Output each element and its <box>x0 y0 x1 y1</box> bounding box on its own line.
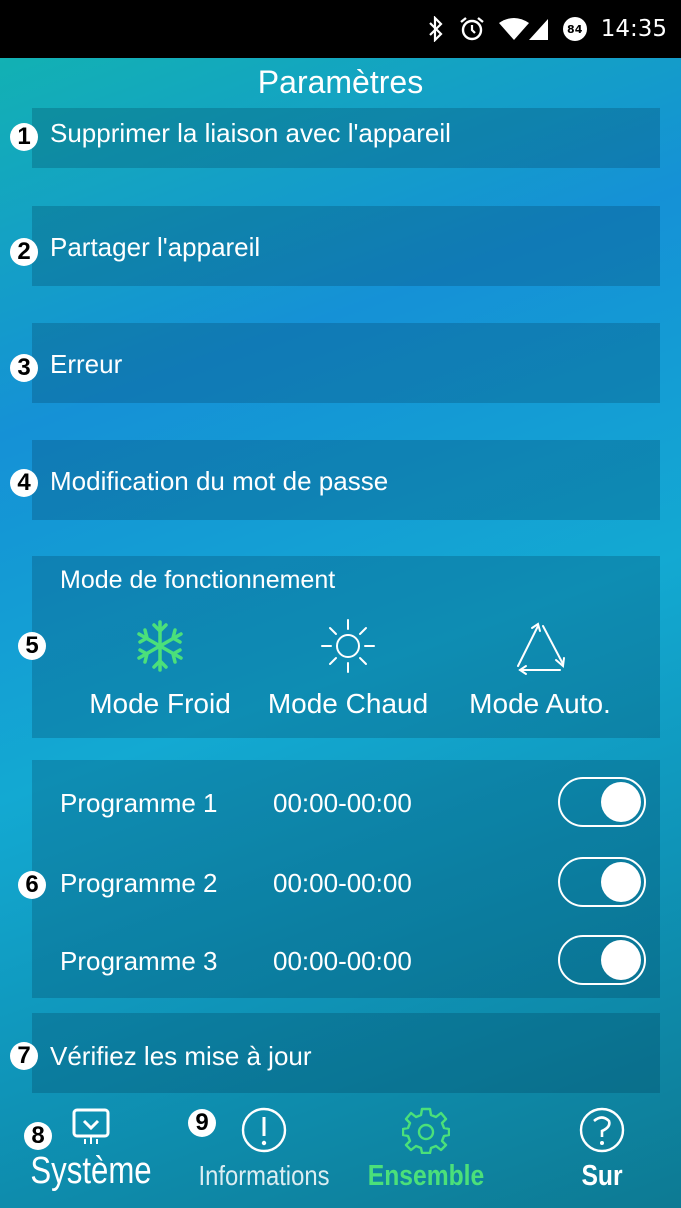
nav-about[interactable]: Sur <box>552 1106 652 1193</box>
mode-heat-button[interactable]: Mode Chaud <box>258 616 438 720</box>
operating-mode-panel: Mode de fonctionnement Mode Froid Mode C… <box>32 556 660 738</box>
program-row: Programme 3 00:00-00:00 <box>60 946 412 977</box>
alarm-icon <box>459 16 485 42</box>
check-updates-label: Vérifiez les mise à jour <box>50 1041 312 1071</box>
program-1-toggle[interactable] <box>558 777 646 827</box>
program-name: Programme 2 <box>60 868 218 898</box>
mode-auto-label: Mode Auto. <box>469 688 611 719</box>
program-time[interactable]: 00:00-00:00 <box>273 946 412 977</box>
program-time[interactable]: 00:00-00:00 <box>273 788 412 819</box>
battery-level: 84 <box>567 22 583 36</box>
program-name: Programme 1 <box>60 788 218 818</box>
question-circle-icon <box>552 1106 652 1154</box>
nav-about-label: Sur <box>581 1160 623 1192</box>
program-3-toggle[interactable] <box>558 935 646 985</box>
password-item[interactable]: Modification du mot de passe <box>32 440 660 520</box>
marker-6: 6 <box>18 871 46 899</box>
share-device-item[interactable]: Partager l'appareil <box>32 206 660 286</box>
password-label: Modification du mot de passe <box>50 466 389 496</box>
toggle-knob <box>601 862 641 902</box>
program-row: Programme 2 00:00-00:00 <box>60 868 412 899</box>
marker-1: 1 <box>10 123 38 151</box>
marker-2: 2 <box>10 238 38 266</box>
error-label: Erreur <box>50 349 123 379</box>
nav-settings-label: Ensemble <box>367 1160 485 1192</box>
snowflake-icon <box>70 616 250 676</box>
marker-4: 4 <box>10 469 38 497</box>
nav-settings[interactable]: Ensemble <box>356 1106 496 1193</box>
program-time[interactable]: 00:00-00:00 <box>273 868 412 899</box>
marker-3: 3 <box>10 354 38 382</box>
unlink-device-item[interactable]: Supprimer la liaison avec l'appareil <box>32 108 660 168</box>
toggle-knob <box>601 940 641 980</box>
battery-icon: 84 <box>562 17 587 41</box>
triangle-cycle-icon <box>450 616 630 676</box>
gear-icon <box>356 1106 496 1154</box>
programs-panel: Programme 1 00:00-00:00 Programme 2 00:0… <box>32 760 660 998</box>
toggle-knob <box>601 782 641 822</box>
page-title: Paramètres <box>257 64 424 100</box>
wifi-icon <box>498 17 529 41</box>
program-row: Programme 1 00:00-00:00 <box>60 788 412 819</box>
marker-8: 8 <box>24 1122 52 1150</box>
nav-information-label: Informations <box>198 1160 330 1191</box>
check-updates-item[interactable]: Vérifiez les mise à jour <box>32 1013 660 1093</box>
unlink-device-label: Supprimer la liaison avec l'appareil <box>50 118 451 148</box>
marker-9: 9 <box>188 1109 216 1137</box>
signal-icon <box>528 17 549 41</box>
sun-icon <box>258 616 438 676</box>
marker-7: 7 <box>10 1042 38 1070</box>
status-time: 14:35 <box>600 16 667 42</box>
nav-system-label: Système <box>30 1150 152 1192</box>
error-item[interactable]: Erreur <box>32 323 660 403</box>
mode-cold-button[interactable]: Mode Froid <box>70 616 250 720</box>
mode-auto-button[interactable]: Mode Auto. <box>450 616 630 720</box>
bluetooth-icon <box>427 16 445 42</box>
mode-heat-label: Mode Chaud <box>267 688 429 719</box>
status-bar: 84 14:35 <box>0 0 681 58</box>
marker-5: 5 <box>18 632 46 660</box>
bottom-nav: Système Informations Ensemble Sur <box>0 1100 681 1208</box>
mode-cold-label: Mode Froid <box>89 688 231 719</box>
share-device-label: Partager l'appareil <box>50 232 261 262</box>
operating-mode-title: Mode de fonctionnement <box>60 566 336 594</box>
program-name: Programme 3 <box>60 946 218 976</box>
program-2-toggle[interactable] <box>558 857 646 907</box>
